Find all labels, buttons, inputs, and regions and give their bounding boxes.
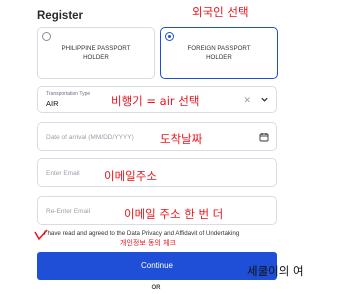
re-email-placeholder: Re-Enter Email [46, 208, 91, 215]
arrival-date-field[interactable]: Date of arrival (MM/DD/YYYY) [37, 122, 277, 151]
radio-button[interactable] [42, 32, 51, 41]
or-divider: OR [0, 285, 340, 291]
register-title: Register [37, 10, 84, 22]
date-placeholder: Date of arrival (MM/DD/YYYY) [46, 134, 134, 141]
annotation-arrival: 도착날짜 [160, 132, 203, 146]
annotation-email: 이메일주소 [104, 169, 157, 183]
annotation-privacy: 개인정보 동의 체크 [120, 239, 176, 247]
email-placeholder: Enter Email [46, 170, 80, 177]
annotation-foreigner: 외국인 선택 [192, 5, 249, 19]
close-icon[interactable]: ✕ [243, 95, 251, 105]
radio-button-selected[interactable] [165, 32, 174, 41]
option-label: PHILIPPINE PASSPORT HOLDER [61, 45, 131, 61]
or-label: OR [151, 285, 161, 291]
philippine-passport-option[interactable]: PHILIPPINE PASSPORT HOLDER [37, 27, 155, 79]
foreign-passport-option[interactable]: FOREIGN PASSPORT HOLDER [160, 27, 278, 79]
annotation-airplane: 비행기 = air 선택 [111, 94, 200, 108]
annotation-email-again: 이메일 주소 한 번 더 [124, 207, 224, 221]
continue-button[interactable]: Continue [37, 252, 277, 280]
email-field[interactable]: Enter Email [37, 158, 277, 187]
annotation-handwriting: 세쿨이의 여 [247, 264, 304, 278]
option-label: FOREIGN PASSPORT HOLDER [187, 45, 251, 61]
field-label: Transportation Type [46, 91, 91, 97]
calendar-icon[interactable] [259, 132, 269, 142]
chevron-down-icon[interactable] [260, 95, 269, 104]
selected-value: AIR [46, 99, 59, 108]
